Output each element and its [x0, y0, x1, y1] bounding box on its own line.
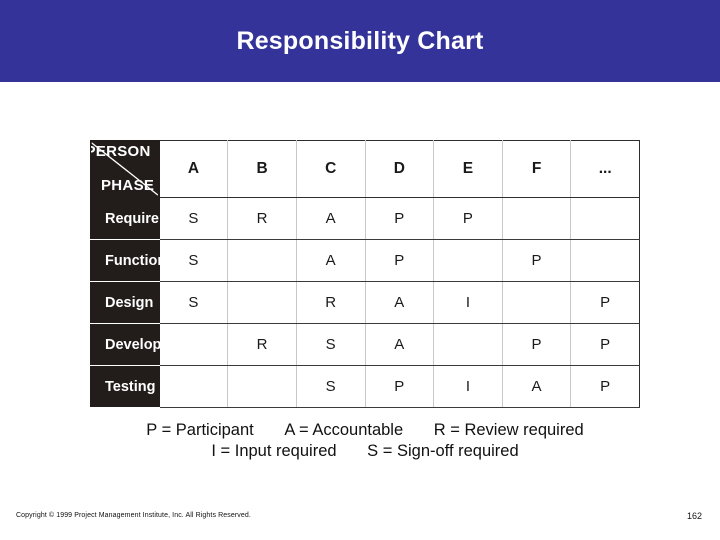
cell-development-d: A [364, 323, 435, 366]
column-header-more: ... [570, 140, 640, 198]
column-header-b: B [227, 140, 297, 198]
legend-line-2: I = Input required S = Sign-off required [90, 441, 640, 462]
cell-requirements-f [501, 197, 572, 240]
table-row: Testing S P I A P [90, 365, 640, 408]
legend-item-accountable: A = Accountable [284, 421, 404, 439]
legend: P = Participant A = Accountable R = Revi… [90, 420, 640, 462]
cell-requirements-more [570, 197, 640, 240]
column-header-e: E [433, 140, 503, 198]
cell-requirements-e: P [433, 197, 503, 240]
footer-page-number: 162 [686, 511, 702, 521]
footer-copyright: Copyright © 1999 Project Management Inst… [16, 512, 251, 519]
table-row: Development R S A P P [90, 323, 640, 366]
cell-requirements-b: R [227, 197, 297, 240]
cell-requirements-c: A [295, 197, 366, 240]
column-header-d: D [364, 140, 435, 198]
cell-functional-d: P [364, 239, 435, 282]
cell-design-b [227, 281, 297, 324]
cell-testing-a [158, 365, 229, 408]
title-banner: Responsibility Chart [0, 0, 720, 82]
legend-item-input: I = Input required [211, 442, 337, 460]
table-header-row: PERSON PHASE A B C D E F ... [90, 140, 640, 198]
corner-phase-label: PHASE [101, 177, 155, 194]
row-label-development: Development [90, 323, 196, 366]
cell-development-b: R [227, 323, 297, 366]
cell-design-c: R [295, 281, 366, 324]
column-header-f: F [501, 140, 572, 198]
cell-requirements-d: P [364, 197, 435, 240]
cell-functional-more [570, 239, 640, 282]
cell-testing-e: I [433, 365, 503, 408]
cell-testing-d: P [364, 365, 435, 408]
person-phase-corner-cell: PERSON PHASE [90, 140, 160, 198]
cell-design-a: S [158, 281, 229, 324]
cell-development-f: P [501, 323, 572, 366]
corner-inner: PERSON PHASE [91, 141, 159, 197]
row-label-functional: Functional [90, 239, 178, 282]
cell-development-c: S [295, 323, 366, 366]
legend-line-1: P = Participant A = Accountable R = Revi… [90, 420, 640, 441]
row-label-design: Design [90, 281, 160, 324]
column-header-a: A [158, 140, 229, 198]
cell-testing-more: P [570, 365, 640, 408]
legend-item-review: R = Review required [433, 421, 584, 439]
legend-item-participant: P = Participant [146, 421, 254, 439]
cell-functional-c: A [295, 239, 366, 282]
row-label-requirements: Requirements [90, 197, 202, 240]
column-header-c: C [295, 140, 366, 198]
cell-functional-f: P [501, 239, 572, 282]
legend-item-signoff: S = Sign-off required [367, 442, 519, 460]
cell-functional-b [227, 239, 297, 282]
row-label-testing: Testing [90, 365, 160, 408]
cell-design-d: A [364, 281, 435, 324]
corner-person-label: PERSON [91, 143, 151, 160]
responsibility-matrix-table: PERSON PHASE A B C D E F ... Requirement… [90, 140, 640, 408]
cell-design-more: P [570, 281, 640, 324]
table-row: Functional S A P P [90, 239, 640, 282]
cell-testing-b [227, 365, 297, 408]
cell-design-f [501, 281, 572, 324]
page-title: Responsibility Chart [236, 27, 484, 55]
table-row: Design S R A I P [90, 281, 640, 324]
cell-development-e [433, 323, 503, 366]
cell-testing-f: A [501, 365, 572, 408]
cell-development-more: P [570, 323, 640, 366]
cell-functional-e [433, 239, 503, 282]
cell-design-e: I [433, 281, 503, 324]
cell-testing-c: S [295, 365, 366, 408]
table-row: Requirements S R A P P [90, 197, 640, 240]
